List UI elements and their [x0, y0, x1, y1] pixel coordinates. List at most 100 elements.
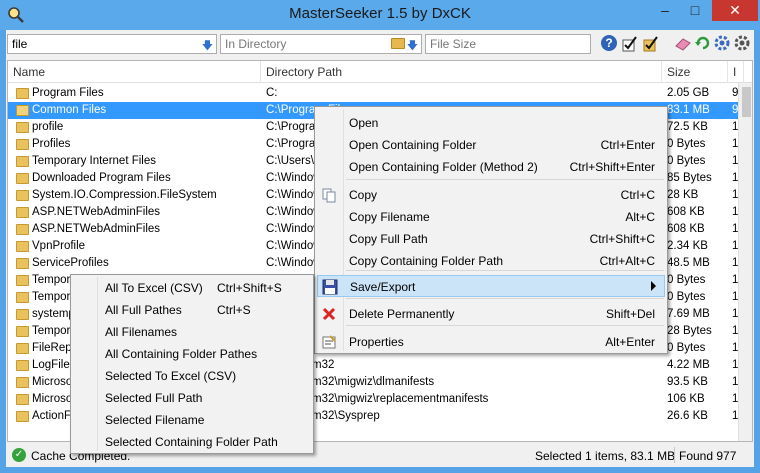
directory-input[interactable]: In Directory 🡇 [220, 34, 422, 54]
save-export-submenu: All To Excel (CSV) Ctrl+Shift+S All Full P… [70, 274, 314, 454]
window-title: MasterSeeker 1.5 by DxCK [289, 5, 471, 22]
menu-item-label: Delete Permanently [349, 307, 455, 321]
menu-item-copy[interactable]: Copy Ctrl+C [317, 184, 665, 206]
submenu-item-label: All Full Pathes [105, 303, 182, 317]
list-header: Name Directory Path Size I [8, 61, 752, 83]
row-size: 28 Bytes [667, 325, 712, 337]
row-name: LogFiles [32, 359, 76, 371]
row-size: 93.5 KB [667, 376, 708, 388]
menu-item-properties[interactable]: Properties Alt+Enter [317, 331, 665, 353]
scrollbar-thumb[interactable] [742, 87, 751, 117]
submenu-item-all-full-pathes[interactable]: All Full Pathes Ctrl+S [73, 299, 311, 321]
submenu-item-all-containing-folder-pathes[interactable]: All Containing Folder Pathes [73, 343, 311, 365]
submenu-item-selected-filename[interactable]: Selected Filename [73, 409, 311, 431]
menu-separator [346, 325, 664, 326]
menu-item-label: Open Containing Folder (Method 2) [349, 160, 538, 174]
table-row[interactable]: Program Files C: 2.05 GB 9 [8, 85, 738, 102]
match-case-checkbox-icon[interactable] [621, 34, 639, 52]
menu-item-shortcut: Ctrl+Shift+Enter [569, 160, 655, 174]
help-icon[interactable]: ? [600, 34, 618, 52]
row-name: Downloaded Program Files [32, 172, 171, 184]
status-ok-icon: ✓ [12, 448, 26, 462]
row-name: profile [32, 121, 64, 133]
submenu-item-all-filenames[interactable]: All Filenames [73, 321, 311, 343]
menu-item-label: Copy Filename [349, 210, 430, 224]
row-size: 7.69 MB [667, 308, 710, 320]
menu-separator [346, 298, 664, 299]
row-size: 106 KB [667, 393, 705, 405]
menu-item-copy-full-path[interactable]: Copy Full Path Ctrl+Shift+C [317, 228, 665, 250]
row-name: ASP.NETWebAdminFiles [32, 223, 161, 235]
submenu-item-label: Selected Containing Folder Path [105, 435, 278, 449]
row-name: Common Files [32, 104, 107, 116]
submenu-item-label: All Containing Folder Pathes [105, 347, 258, 361]
folder-icon [16, 173, 29, 184]
submenu-item-all-to-excel-csv[interactable]: All To Excel (CSV) Ctrl+Shift+S [73, 277, 311, 299]
menu-item-shortcut: Ctrl+C [620, 188, 655, 202]
menu-item-label: Copy Containing Folder Path [349, 254, 504, 268]
submenu-item-selected-containing-folder-path[interactable]: Selected Containing Folder Path [73, 431, 311, 453]
row-name: Tempor [32, 325, 71, 337]
folder-icon [16, 309, 29, 320]
row-size: 0 Bytes [667, 138, 706, 150]
menu-item-open-containing-folder[interactable]: Open Containing Folder Ctrl+Enter [317, 134, 665, 156]
column-header-more[interactable]: I [728, 61, 744, 83]
folder-icon [16, 105, 29, 116]
status-divider [674, 447, 675, 463]
row-size: 4.22 MB [667, 359, 710, 371]
menu-item-shortcut: Shift+Del [605, 307, 655, 321]
app-window: MasterSeeker 1.5 by DxCK – □ ✕ file 🡇 In… [0, 0, 760, 473]
folder-icon [16, 258, 29, 269]
menu-item-copy-filename[interactable]: Copy Filename Alt+C [317, 206, 665, 228]
file-size-input[interactable]: File Size [425, 34, 591, 54]
row-directory-path: ws\System32\migwiz\replacementmanifests [266, 393, 489, 405]
row-size: 48.5 MB [667, 257, 710, 269]
menu-item-delete-permanently[interactable]: Delete Permanently Shift+Del [317, 303, 665, 325]
vertical-scrollbar[interactable] [738, 83, 752, 441]
search-dropdown-icon[interactable]: 🡇 [202, 37, 213, 56]
menu-item-save-export[interactable]: Save/Export [317, 275, 665, 297]
row-size: 0 Bytes [667, 155, 706, 167]
directory-dropdown-icon[interactable]: 🡇 [407, 37, 418, 56]
folder-icon [16, 139, 29, 150]
options-gear-icon[interactable] [733, 34, 751, 52]
refresh-icon[interactable] [694, 34, 712, 52]
submenu-item-selected-to-excel-csv[interactable]: Selected To Excel (CSV) [73, 365, 311, 387]
row-name: systemp [32, 308, 75, 320]
folder-icon [16, 275, 29, 286]
menu-item-label: Copy [349, 188, 378, 202]
title-bar[interactable]: MasterSeeker 1.5 by DxCK – □ ✕ [0, 0, 760, 30]
maximize-button[interactable]: □ [681, 0, 709, 21]
folder-icon [16, 343, 29, 354]
row-size: 72.5 KB [667, 121, 708, 133]
row-name: ServiceProfiles [32, 257, 109, 269]
menu-item-open-containing-folder-method-2[interactable]: Open Containing Folder (Method 2) Ctrl+Sh… [317, 156, 665, 178]
browse-folder-icon[interactable] [391, 38, 405, 49]
row-name: ActionFi [32, 410, 74, 422]
row-size: 0 Bytes [667, 291, 706, 303]
column-header-directory-path[interactable]: Directory Path [261, 61, 662, 83]
folder-checkbox-icon[interactable] [642, 34, 660, 52]
close-button[interactable]: ✕ [712, 0, 758, 21]
row-directory-path: ws\System32\Sysprep [266, 410, 380, 422]
eraser-icon[interactable] [674, 34, 692, 52]
row-name: Tempor [32, 291, 71, 303]
row-name: Temporary Internet Files [32, 155, 156, 167]
row-directory-path: C: [266, 87, 278, 99]
row-size: 608 KB [667, 223, 705, 235]
file-size-placeholder: File Size [430, 37, 477, 51]
menu-item-copy-containing-folder-path[interactable]: Copy Containing Folder Path Ctrl+Alt+C [317, 250, 665, 272]
search-value: file [12, 37, 28, 51]
menu-item-open[interactable]: Open [317, 112, 665, 134]
directory-placeholder: In Directory [225, 37, 287, 51]
column-header-name[interactable]: Name [8, 61, 261, 83]
search-input[interactable]: file 🡇 [7, 34, 217, 54]
row-directory-path: ws\System32\migwiz\dlmanifests [266, 376, 435, 388]
submenu-item-selected-full-path[interactable]: Selected Full Path [73, 387, 311, 409]
settings-gear-icon[interactable] [713, 34, 731, 52]
status-selection: Selected 1 items, 83.1 MB [535, 449, 676, 463]
column-header-size[interactable]: Size [662, 61, 728, 83]
svg-text:?: ? [605, 36, 612, 50]
minimize-button[interactable]: – [651, 0, 679, 21]
submenu-item-label: All Filenames [105, 325, 178, 339]
